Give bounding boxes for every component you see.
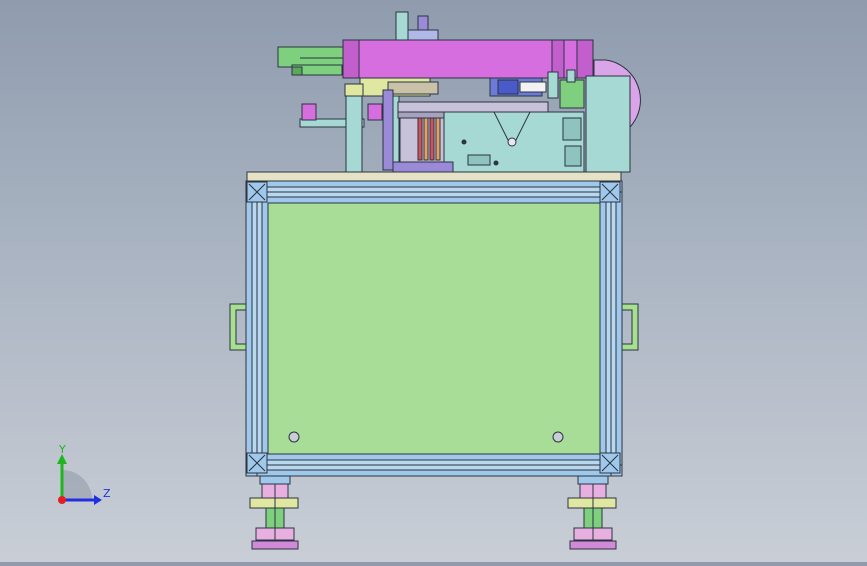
cylinder-assembly [277,46,346,76]
side-panel [267,202,601,455]
tabletop [246,171,622,182]
triad-quadrant [62,470,92,500]
left-handle [229,303,247,351]
cad-viewport[interactable]: Y Z [0,0,867,562]
origin-dot [58,496,66,504]
foot-right [567,475,617,550]
z-axis-label: Z [103,487,111,500]
top-block-green [395,11,409,41]
z-axis-arrow [94,495,102,505]
axis-triad[interactable]: Y Z [57,443,111,505]
right-handle [621,303,639,351]
y-axis-label: Y [58,443,66,456]
machine-assembly [229,11,641,550]
aluminum-frame [245,180,623,477]
foot-left [249,475,299,550]
